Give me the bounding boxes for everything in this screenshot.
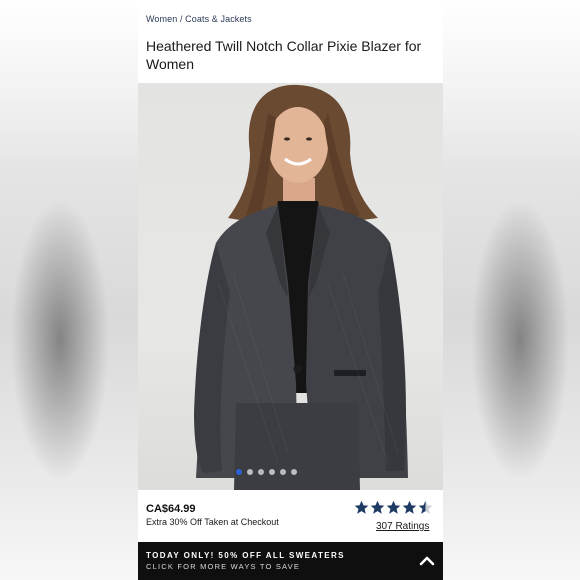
star-icon [418,500,433,514]
gallery-dot[interactable] [291,469,297,475]
star-icon [402,500,417,514]
gallery-dot[interactable] [269,469,275,475]
star-rating[interactable] [354,500,433,515]
ratings-count-link[interactable]: 307 Ratings [376,521,429,532]
gallery-dot[interactable] [280,469,286,475]
breadcrumb: Women / Coats & Jackets [146,14,252,24]
promo-text: Extra 30% Off Taken at Checkout [146,517,279,527]
product-image[interactable] [138,83,443,490]
breadcrumb-link-women[interactable]: Women [146,14,177,24]
gallery-pagination [236,469,297,475]
promo-banner[interactable]: TODAY ONLY! 50% OFF ALL SWEATERS CLICK F… [138,542,443,580]
gallery-dot[interactable] [247,469,253,475]
model-photo-illustration [194,84,408,490]
star-icon [386,500,401,514]
product-title: Heathered Twill Notch Collar Pixie Blaze… [146,38,422,72]
product-price: CA$64.99 [146,503,196,515]
banner-subline: CLICK FOR MORE WAYS TO SAVE [146,562,301,571]
breadcrumb-separator: / [177,14,186,24]
gallery-dot[interactable] [258,469,264,475]
gallery-dot[interactable] [236,469,242,475]
star-icon [354,500,369,514]
product-page: Women / Coats & Jackets Heathered Twill … [138,0,443,580]
chevron-up-icon[interactable] [419,553,435,569]
banner-headline: TODAY ONLY! 50% OFF ALL SWEATERS [146,551,345,560]
breadcrumb-link-coats-jackets[interactable]: Coats & Jackets [185,14,252,24]
star-icon [370,500,385,514]
